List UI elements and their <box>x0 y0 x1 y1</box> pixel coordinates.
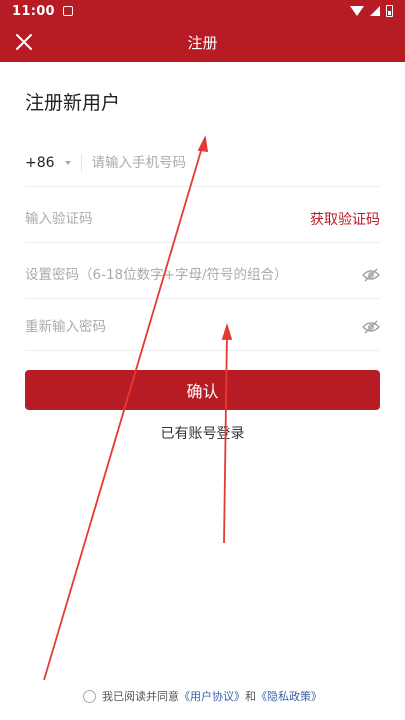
phone-row: +86 <box>25 140 380 187</box>
page-title: 注册 <box>187 33 218 52</box>
app-bar: 注册 <box>0 22 405 62</box>
agreement-conjunction: 和 <box>245 690 256 703</box>
user-agreement-link[interactable]: 《用户协议》 <box>179 688 245 704</box>
agreement-row: 我已阅读并同意 《用户协议》 和 《隐私政策》 <box>0 688 405 704</box>
confirm-password-input[interactable] <box>25 319 362 335</box>
password-input[interactable] <box>25 267 362 283</box>
status-icons <box>350 5 393 17</box>
notification-app-icon <box>62 6 73 16</box>
status-bar: 11:00 <box>0 0 405 22</box>
password-row <box>25 252 380 299</box>
login-link[interactable]: 已有账号登录 <box>0 423 405 443</box>
battery-icon <box>386 5 393 17</box>
close-button[interactable] <box>12 30 36 54</box>
agreement-checkbox[interactable] <box>83 689 96 703</box>
status-time: 11:00 <box>12 3 55 19</box>
close-icon <box>16 34 32 50</box>
verification-code-row: 获取验证码 <box>25 196 380 243</box>
verification-code-input[interactable] <box>25 211 310 227</box>
privacy-policy-link[interactable]: 《隐私政策》 <box>256 688 322 704</box>
confirm-button[interactable]: 确认 <box>25 370 380 410</box>
agreement-prefix: 我已阅读并同意 <box>102 690 179 703</box>
register-heading: 注册新用户 <box>25 92 121 114</box>
eye-off-icon[interactable] <box>362 268 380 282</box>
country-code-selector[interactable]: +86 <box>25 155 55 171</box>
wifi-icon <box>350 6 364 16</box>
confirm-password-row <box>25 304 380 351</box>
divider <box>80 154 82 172</box>
eye-off-icon[interactable] <box>362 320 380 334</box>
get-code-button[interactable]: 获取验证码 <box>310 209 380 229</box>
chevron-down-icon[interactable] <box>64 161 71 165</box>
phone-input[interactable] <box>91 155 380 171</box>
signal-icon <box>370 6 380 16</box>
